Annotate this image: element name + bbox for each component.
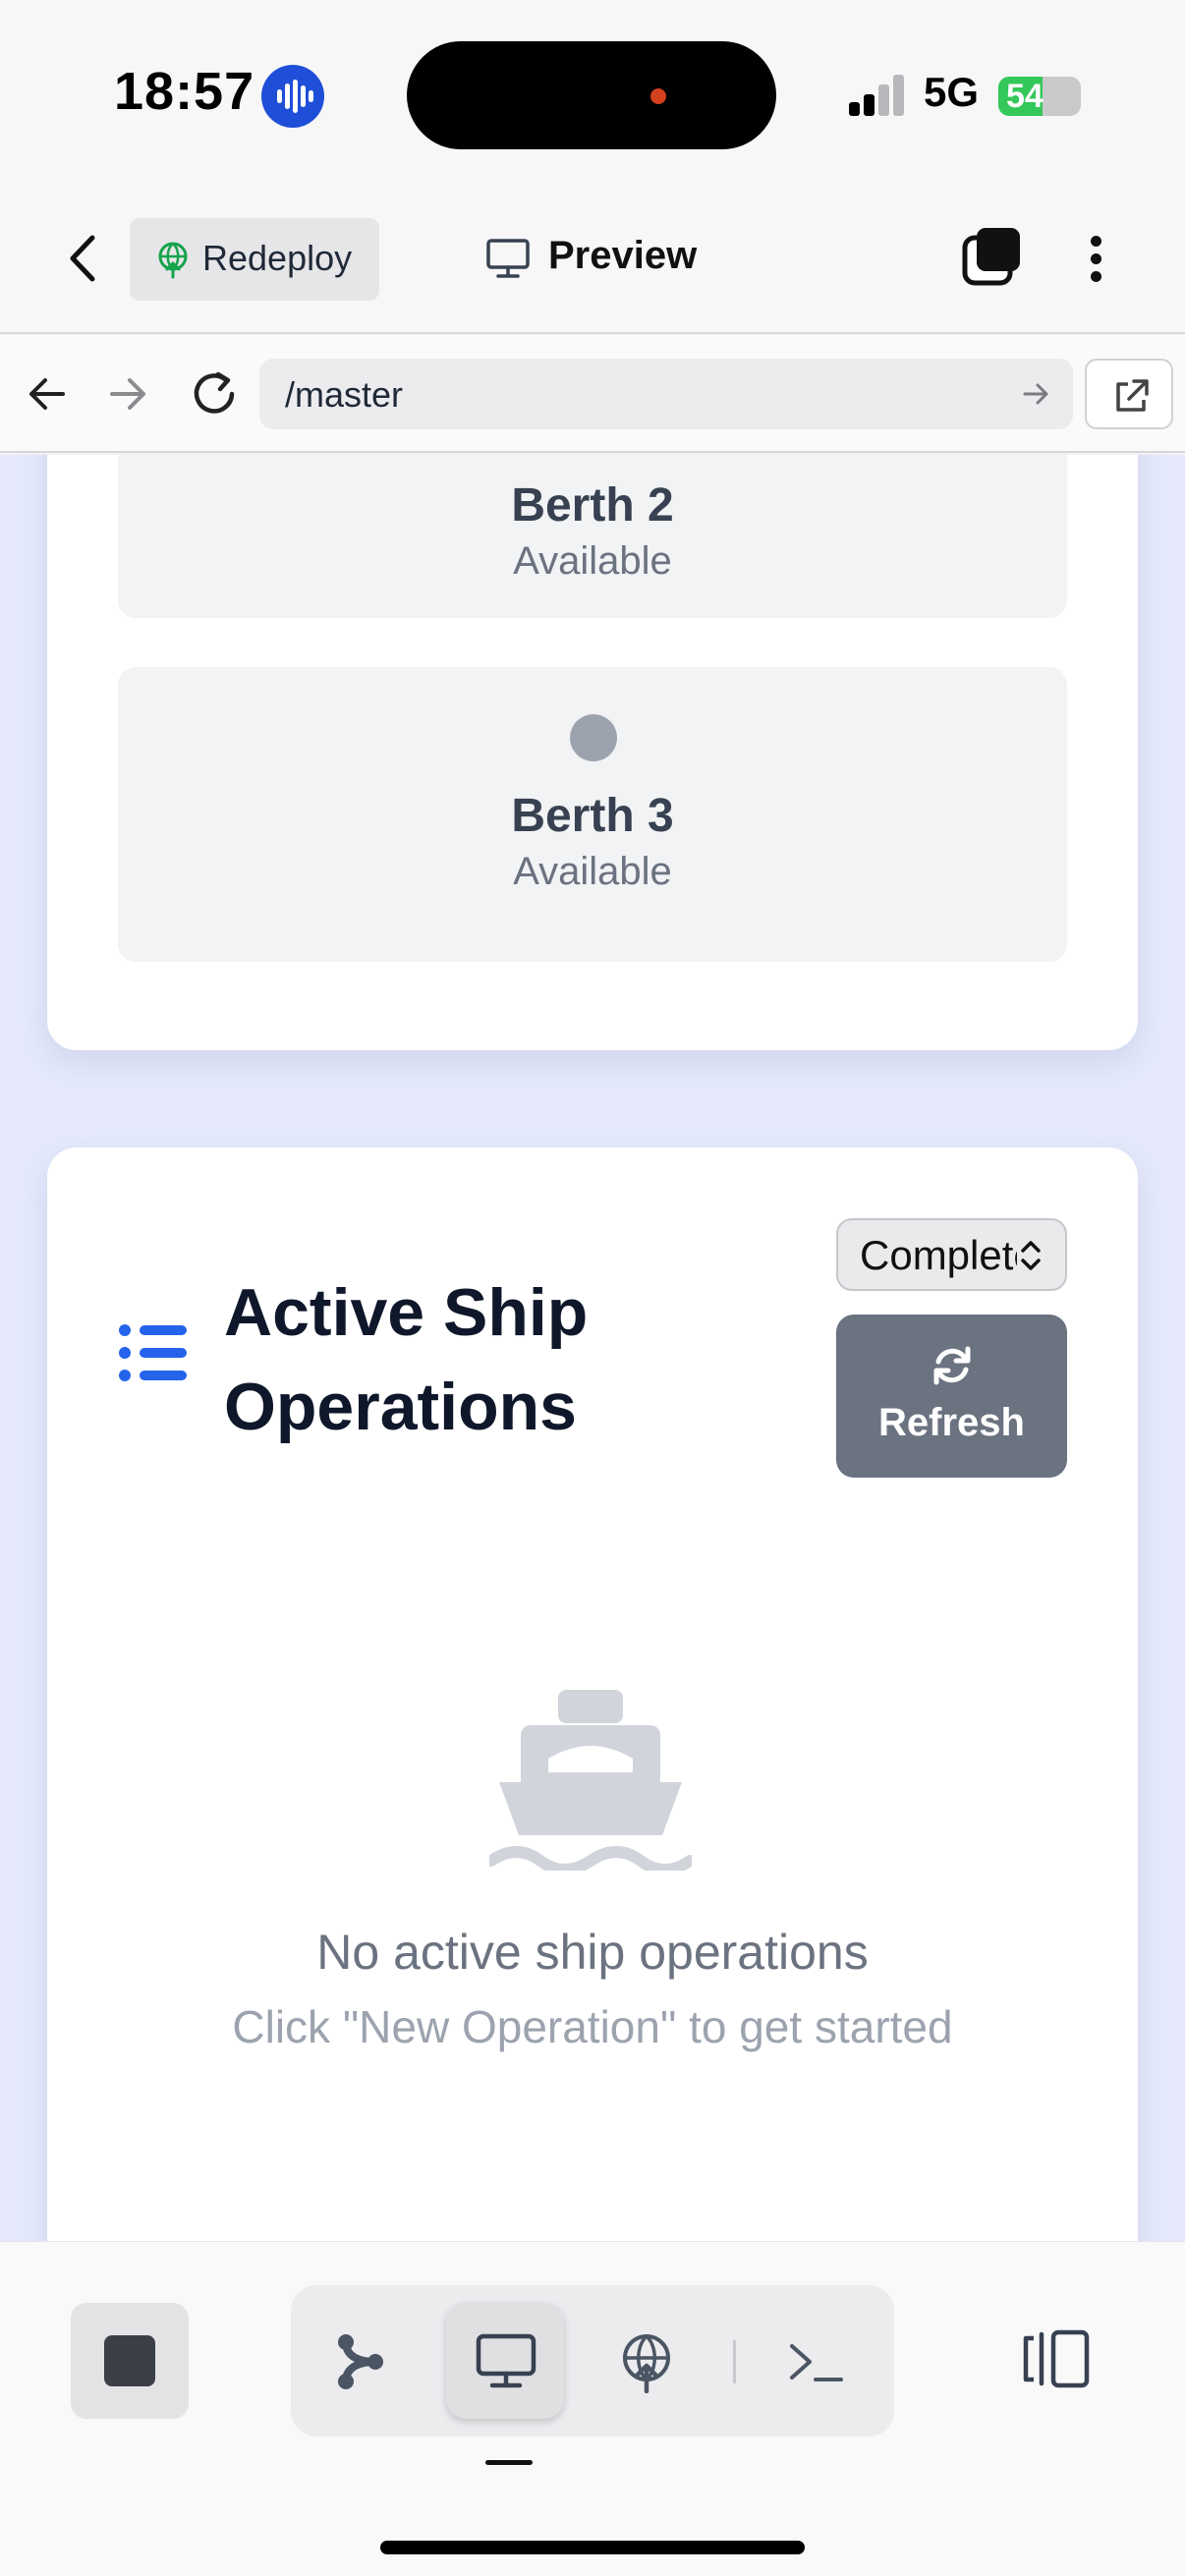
arrow-right-icon[interactable]	[106, 372, 151, 416]
chevron-left-icon	[70, 235, 95, 282]
network-type: 5G	[924, 69, 980, 115]
berth-name: Berth 3	[511, 790, 674, 842]
arrow-left-icon[interactable]	[24, 372, 69, 416]
open-external-button[interactable]	[1085, 359, 1173, 429]
dynamic-island	[407, 41, 776, 149]
berth-status-indicator-icon	[570, 714, 617, 761]
app-header: Redeploy Preview	[0, 196, 1185, 334]
stop-icon	[104, 2335, 155, 2386]
external-link-icon	[1116, 379, 1149, 412]
terminal-icon	[790, 2344, 843, 2381]
empty-state-title: No active ship operations	[316, 1925, 869, 1980]
berth-status: Available	[513, 850, 672, 893]
battery-percentage: 54	[1006, 78, 1044, 115]
more-options-icon[interactable]	[1077, 226, 1116, 291]
refresh-button[interactable]: Refresh	[836, 1315, 1067, 1478]
browser-url-bar: /master	[0, 335, 1185, 453]
active-operations-card: Active Ship Operations Completed Refresh	[47, 1148, 1138, 2241]
berth-tile[interactable]: Berth 3 Available	[118, 667, 1067, 962]
url-input[interactable]: /master	[259, 359, 1073, 429]
tool-preview[interactable]	[446, 2303, 564, 2419]
git-branch-icon	[338, 2334, 383, 2389]
cellular-signal-icon	[849, 75, 906, 116]
active-tab-indicator	[485, 2460, 533, 2465]
tabs-button[interactable]	[961, 226, 1022, 292]
deploy-globe-icon	[623, 2334, 670, 2393]
tool-git-branch[interactable]	[303, 2303, 421, 2419]
empty-state-subtitle: Click "New Operation" to get started	[232, 2001, 953, 2052]
preview-button[interactable]: Preview	[481, 224, 737, 295]
tool-terminal[interactable]	[757, 2303, 875, 2419]
audio-recording-icon	[261, 65, 324, 128]
status-filter-select[interactable]: Completed	[836, 1218, 1067, 1291]
reload-icon[interactable]	[189, 368, 240, 420]
redeploy-label: Redeploy	[202, 238, 353, 278]
status-time: 18:57	[114, 62, 255, 121]
stop-button[interactable]	[71, 2303, 189, 2419]
berth-name: Berth 2	[511, 479, 674, 532]
select-chevrons-icon	[1021, 1241, 1041, 1270]
section-title: Active Ship Operations	[224, 1275, 589, 1444]
tabs-icon	[962, 228, 1020, 286]
refresh-icon	[933, 1346, 971, 1385]
refresh-label: Refresh	[878, 1401, 1025, 1444]
berth-status-card: Berth 2 Available Berth 3 Available	[47, 455, 1138, 1050]
redeploy-button[interactable]: Redeploy	[130, 218, 379, 301]
ship-icon	[489, 1690, 692, 1871]
recording-indicator-icon	[650, 88, 666, 104]
url-text: /master	[285, 374, 404, 415]
toolbar-divider	[733, 2340, 736, 2383]
monitor-icon	[476, 2333, 536, 2388]
status-bar: 18:57 5G 54	[0, 0, 1185, 196]
go-arrow-icon[interactable]	[1022, 380, 1051, 408]
preview-label: Preview	[548, 234, 698, 277]
home-indicator	[380, 2541, 805, 2554]
app-screen: 18:57 5G 54 Redeploy Preview /master Ber…	[0, 0, 1185, 2576]
berth-tile[interactable]: Berth 2 Available	[118, 455, 1067, 618]
tool-group	[291, 2285, 894, 2436]
layout-panels-icon[interactable]	[1020, 2328, 1091, 2389]
back-button[interactable]	[57, 226, 112, 291]
battery-icon: 54	[998, 77, 1081, 116]
monitor-icon	[486, 239, 530, 278]
list-icon	[119, 1324, 187, 1381]
tool-deploy[interactable]	[588, 2303, 705, 2419]
bottom-toolbar	[0, 2241, 1185, 2576]
filter-selected-value: Completed	[860, 1232, 1017, 1278]
berth-status: Available	[513, 539, 672, 583]
preview-content[interactable]: Berth 2 Available Berth 3 Available Acti…	[0, 455, 1185, 2241]
deploy-globe-icon	[158, 242, 188, 279]
